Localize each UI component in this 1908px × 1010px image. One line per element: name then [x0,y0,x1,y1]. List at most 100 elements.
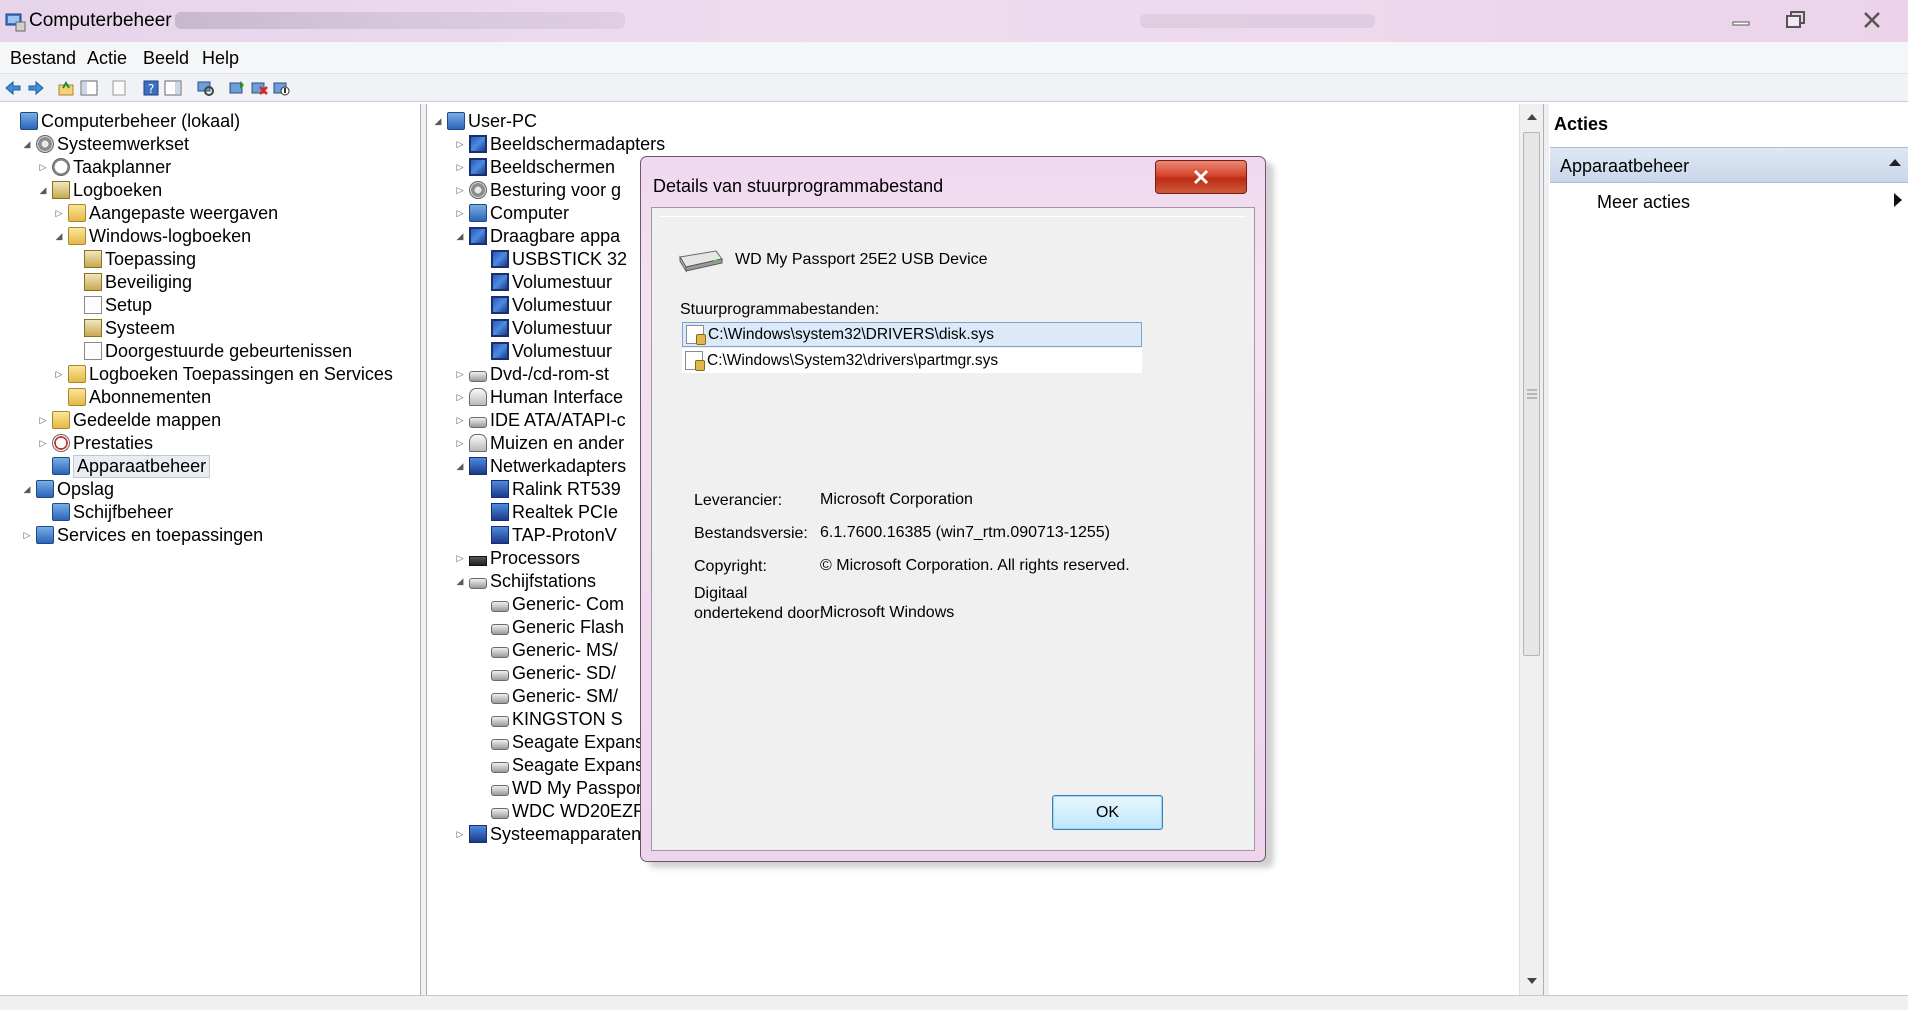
expanded-arrow-icon[interactable]: ◢ [20,139,34,150]
device-tree-item-label: User-PC [468,110,538,131]
scroll-grip-icon [1527,389,1537,399]
collapsed-arrow-icon[interactable]: ▷ [453,415,467,426]
device-tree-item-label: TAP-ProtonV [512,524,617,545]
title-obscured-text [175,12,625,29]
menu-bestand[interactable]: Bestand [10,48,76,69]
close-icon [1193,169,1209,185]
expanded-arrow-icon[interactable]: ◢ [52,231,66,242]
event-viewer-icon [52,181,70,199]
collapsed-arrow-icon[interactable]: ▷ [20,530,34,541]
expanded-arrow-icon[interactable]: ◢ [36,185,50,196]
sound-icon [469,181,487,199]
console-tree-item-label: Windows-logboeken [89,225,252,246]
console-tree-item-label: Aangepaste weergaven [89,202,279,223]
device-tree-item-label: Realtek PCIe [512,501,619,522]
console-tree-item-label: Doorgestuurde gebeurtenissen [105,340,353,361]
expanded-arrow-icon[interactable]: ◢ [453,461,467,472]
console-tree-item[interactable]: ▷ Services en toepassingen [20,522,264,548]
restore-icon [1786,11,1805,28]
menu-beeld[interactable]: Beeld [143,48,189,69]
provider-value: Microsoft Corporation [820,491,973,508]
folder-icon [68,204,86,222]
close-button[interactable] [1842,2,1902,38]
collapsed-arrow-icon[interactable]: ▷ [36,438,50,449]
performance-icon [52,434,70,452]
scan-hardware-icon[interactable] [196,79,214,97]
collapsed-arrow-icon[interactable]: ▷ [52,369,66,380]
submenu-arrow-icon [1894,193,1902,207]
back-arrow-icon[interactable] [4,79,22,97]
restore-button[interactable] [1769,2,1823,38]
copyright-value: © Microsoft Corporation. All rights rese… [820,557,1130,574]
uninstall-device-icon[interactable] [250,79,268,97]
disk-drive-icon [491,624,509,635]
collapsed-arrow-icon[interactable]: ▷ [453,553,467,564]
collapsed-arrow-icon[interactable]: ▷ [453,185,467,196]
disk-drive-icon [491,808,509,819]
monitor-icon [469,158,487,176]
more-actions-link[interactable]: Meer acties [1597,192,1690,213]
device-tree-item-label: Generic- Com [512,593,625,614]
collapsed-arrow-icon[interactable]: ▷ [453,208,467,219]
collapsed-arrow-icon[interactable]: ▷ [453,438,467,449]
disk-drive-icon [491,716,509,727]
expanded-arrow-icon[interactable]: ◢ [20,484,34,495]
forward-arrow-icon[interactable] [27,79,45,97]
collapsed-arrow-icon[interactable]: ▷ [52,208,66,219]
console-tree-item-label: Setup [105,294,153,315]
network-adapter-icon [491,480,509,498]
disable-device-icon[interactable] [272,79,290,97]
show-hide-action-pane-icon[interactable] [164,79,182,97]
scroll-up-icon[interactable] [1526,112,1538,122]
collapse-arrow-icon[interactable] [1888,157,1902,167]
window-title: Computerbeheer [29,10,172,31]
up-folder-icon[interactable] [57,79,75,97]
vertical-scrollbar[interactable] [1519,104,1543,995]
minimize-button[interactable] [1714,2,1768,38]
services-icon [36,526,54,544]
help-icon[interactable]: ? [142,79,160,97]
device-tree-item[interactable]: ▷ Systeemapparaten [453,821,642,847]
console-tree-item-label: Toepassing [105,248,197,269]
collapsed-arrow-icon[interactable]: ▷ [453,162,467,173]
driver-file-item[interactable]: C:\Windows\system32\DRIVERS\disk.sys [682,322,1142,347]
collapsed-arrow-icon[interactable]: ▷ [36,162,50,173]
network-adapter-icon [469,457,487,475]
properties-page-icon[interactable] [110,79,128,97]
portable-device-icon [491,296,509,314]
subscriptions-icon [68,388,86,406]
menu-help[interactable]: Help [202,48,239,69]
folder-icon [68,227,86,245]
dialog-body: WD My Passport 25E2 USB Device Stuurprog… [651,207,1255,851]
driver-file-item[interactable]: C:\Windows\System32\drivers\partmgr.sys [682,348,1142,373]
scrollbar-thumb[interactable] [1523,132,1540,656]
menu-actie[interactable]: Actie [87,48,127,69]
scroll-down-icon[interactable] [1526,976,1538,986]
console-tree-item-label: Logboeken [73,179,163,200]
device-tree-item-label: Volumestuur [512,294,613,315]
device-tree-item-label: Volumestuur [512,271,613,292]
expanded-arrow-icon[interactable]: ◢ [453,576,467,587]
device-name: WD My Passport 25E2 USB Device [735,251,988,268]
clock-icon [52,158,70,176]
actions-section-header[interactable]: Apparaatbeheer [1550,147,1908,183]
expanded-arrow-icon[interactable]: ◢ [431,116,445,127]
update-driver-icon[interactable] [228,79,246,97]
collapsed-arrow-icon[interactable]: ▷ [453,829,467,840]
show-hide-console-tree-icon[interactable] [80,79,98,97]
device-tree-item-label: Dvd-/cd-rom-st [490,363,610,384]
log-icon [84,250,102,268]
disk-drive-icon [491,670,509,681]
console-tree-item-label: Beveiliging [105,271,193,292]
collapsed-arrow-icon[interactable]: ▷ [36,415,50,426]
disk-drive-icon [469,578,487,589]
ok-button[interactable]: OK [1052,795,1163,830]
device-tree-item-label: Volumestuur [512,317,613,338]
dialog-close-button[interactable] [1155,160,1247,194]
console-tree-item-label: Gedeelde mappen [73,409,222,430]
collapsed-arrow-icon[interactable]: ▷ [453,369,467,380]
collapsed-arrow-icon[interactable]: ▷ [453,392,467,403]
device-tree-item-label: Beeldschermadapters [490,133,666,154]
expanded-arrow-icon[interactable]: ◢ [453,231,467,242]
collapsed-arrow-icon[interactable]: ▷ [453,139,467,150]
